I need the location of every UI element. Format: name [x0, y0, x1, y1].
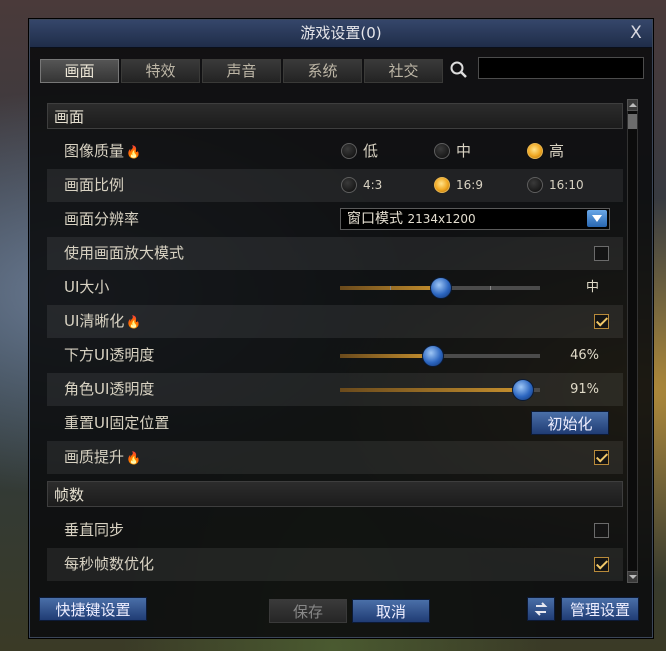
- tab-display[interactable]: 画面: [40, 59, 119, 83]
- resolution-dropdown[interactable]: 窗口模式 2134x1200: [340, 208, 610, 230]
- tab-sound[interactable]: 声音: [202, 59, 281, 83]
- zoom-mode-checkbox[interactable]: [594, 246, 609, 261]
- bottom-ui-opacity-label: 下方UI透明度: [64, 346, 155, 364]
- shortcut-settings-button[interactable]: 快捷键设置: [39, 597, 147, 621]
- row-aspect-ratio: 画面比例 4:3 16:9 16:10: [47, 169, 623, 202]
- refresh-icon: [534, 602, 548, 616]
- image-quality-label: 图像质量 🔥: [64, 142, 141, 160]
- char-ui-opacity-slider[interactable]: [340, 379, 540, 401]
- tab-effects[interactable]: 特效: [121, 59, 200, 83]
- ui-sharpen-label: UI清晰化 🔥: [64, 312, 142, 330]
- reset-ui-button[interactable]: 初始化: [531, 411, 609, 435]
- zoom-mode-label: 使用画面放大模式: [64, 244, 185, 262]
- row-image-quality: 图像质量 🔥 低 中 高: [47, 135, 623, 168]
- row-char-ui-opacity: 角色UI透明度 91%: [47, 373, 623, 406]
- cancel-button[interactable]: 取消: [352, 599, 430, 623]
- row-ui-sharpen: UI清晰化 🔥: [47, 305, 623, 338]
- row-ui-size: UI大小 中: [47, 271, 623, 304]
- settings-window: 游戏设置(0) X 画面 特效 声音 系统 社交 画面 图像质量 🔥 低 中 高 …: [29, 19, 653, 638]
- chevron-down-icon[interactable]: [587, 210, 607, 227]
- refresh-button[interactable]: [527, 597, 555, 621]
- window-titlebar[interactable]: 游戏设置(0) X: [30, 20, 652, 48]
- row-bottom-ui-opacity: 下方UI透明度 46%: [47, 339, 623, 372]
- resolution-label: 画面分辨率: [64, 210, 140, 228]
- fps-optimize-checkbox[interactable]: [594, 557, 609, 572]
- row-quality-boost: 画质提升 🔥: [47, 441, 623, 474]
- quality-boost-checkbox[interactable]: [594, 450, 609, 465]
- ui-sharpen-checkbox[interactable]: [594, 314, 609, 329]
- ui-size-value: 中: [585, 280, 599, 295]
- aspect-ratio-label: 画面比例: [64, 176, 125, 194]
- flame-icon: 🔥: [126, 145, 141, 159]
- reset-ui-label: 重置UI固定位置: [64, 414, 170, 432]
- ui-size-slider[interactable]: [340, 277, 540, 299]
- section-header-framerate: 帧数: [47, 481, 623, 507]
- row-vsync: 垂直同步: [47, 514, 623, 547]
- quality-boost-label: 画质提升 🔥: [64, 448, 141, 466]
- close-icon: X: [630, 23, 642, 43]
- fps-optimize-label: 每秒帧数优化: [64, 555, 155, 573]
- tab-system[interactable]: 系统: [283, 59, 362, 83]
- flame-icon: 🔥: [126, 451, 141, 465]
- section-header-display: 画面: [47, 103, 623, 129]
- tab-social[interactable]: 社交: [364, 59, 443, 83]
- search-input[interactable]: [478, 57, 644, 79]
- settings-panel: 画面 图像质量 🔥 低 中 高 画面比例 4:3 16:9 16:10 画面分辨率…: [47, 97, 625, 587]
- search-icon[interactable]: [448, 59, 470, 81]
- bottom-ui-opacity-slider[interactable]: [340, 345, 540, 367]
- close-button[interactable]: X: [627, 25, 645, 42]
- ui-size-slider-handle[interactable]: [430, 277, 452, 299]
- char-ui-opacity-slider-handle[interactable]: [512, 379, 534, 401]
- ui-size-label: UI大小: [64, 278, 110, 296]
- bottom-ui-opacity-value: 46%: [570, 348, 599, 363]
- row-resolution: 画面分辨率 窗口模式 2134x1200: [47, 203, 623, 236]
- char-ui-opacity-label: 角色UI透明度: [64, 380, 155, 398]
- vsync-checkbox[interactable]: [594, 523, 609, 538]
- vsync-label: 垂直同步: [64, 521, 125, 539]
- flame-icon: 🔥: [126, 315, 142, 329]
- settings-tabs: 画面 特效 声音 系统 社交: [40, 59, 443, 83]
- scroll-up-button[interactable]: [627, 99, 638, 111]
- scrollbar-track[interactable]: [627, 99, 638, 583]
- bottom-ui-opacity-slider-handle[interactable]: [422, 345, 444, 367]
- resolution-mode: 窗口模式: [347, 211, 403, 227]
- row-zoom-mode: 使用画面放大模式: [47, 237, 623, 270]
- resolution-value: 2134x1200: [407, 212, 476, 226]
- save-button[interactable]: 保存: [269, 599, 347, 623]
- row-reset-ui: 重置UI固定位置 初始化: [47, 407, 623, 440]
- scrollbar-thumb[interactable]: [628, 114, 637, 129]
- scroll-down-button[interactable]: [627, 571, 638, 583]
- manage-settings-button[interactable]: 管理设置: [561, 597, 639, 621]
- row-fps-optimize: 每秒帧数优化: [47, 548, 623, 581]
- window-title: 游戏设置(0): [300, 24, 382, 42]
- char-ui-opacity-value: 91%: [570, 382, 599, 397]
